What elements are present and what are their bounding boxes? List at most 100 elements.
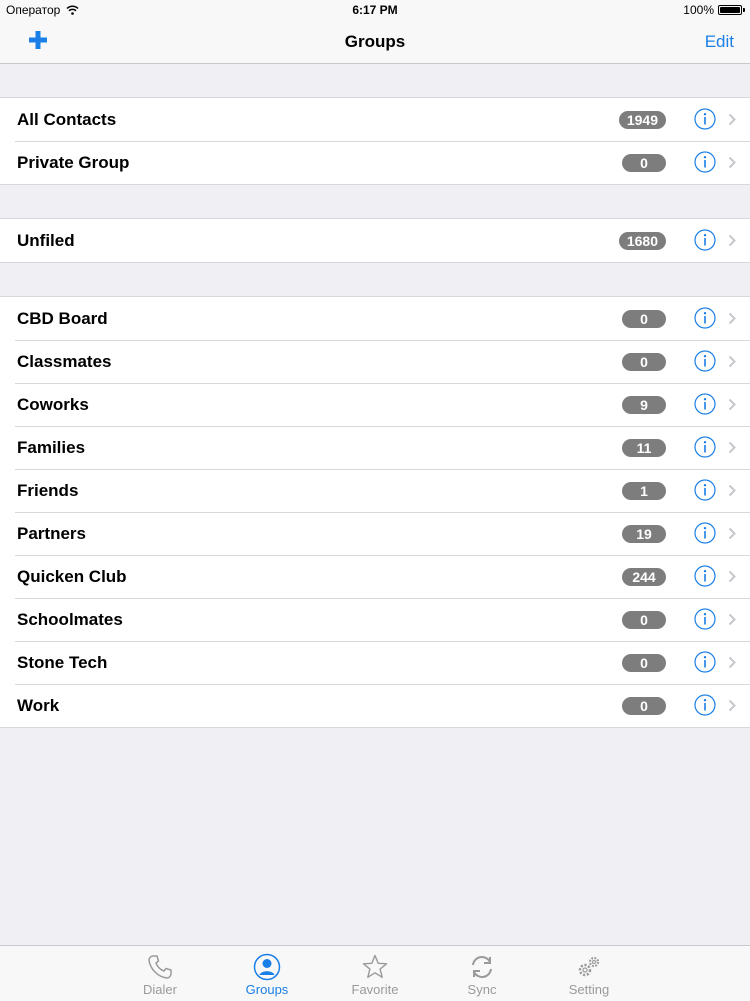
group-name: Partners (17, 523, 86, 543)
tab-label: Sync (467, 982, 497, 997)
info-button[interactable] (694, 307, 716, 329)
info-icon (694, 694, 716, 716)
info-button[interactable] (694, 694, 716, 716)
info-button[interactable] (694, 479, 716, 501)
info-icon (694, 151, 716, 173)
section-system-groups: All Contacts 1949 Private Group 0 (0, 97, 750, 185)
chevron-right-icon (728, 156, 736, 169)
group-name: Families (17, 437, 86, 457)
tab-setting[interactable]: Setting (535, 946, 643, 1001)
group-row-families[interactable]: Families 11 (0, 426, 750, 469)
info-button[interactable] (694, 436, 716, 458)
group-row-schoolmates[interactable]: Schoolmates 0 (0, 598, 750, 641)
chevron-right-icon (728, 113, 736, 126)
group-row-cbd-board[interactable]: CBD Board 0 (0, 297, 750, 340)
group-row-work[interactable]: Work 0 (0, 684, 750, 727)
info-button[interactable] (694, 393, 716, 415)
tab-sync[interactable]: Sync (428, 946, 536, 1001)
group-name: Classmates (17, 351, 112, 371)
group-row-classmates[interactable]: Classmates 0 (0, 340, 750, 383)
group-name: Unfiled (17, 230, 75, 250)
group-name: Work (17, 695, 60, 715)
group-count-badge: 0 (622, 653, 666, 672)
chevron-right-icon (728, 570, 736, 583)
group-count-badge: 1680 (618, 231, 666, 250)
tab-label: Dialer (143, 982, 177, 997)
group-name: Private Group (17, 152, 130, 172)
chevron-right-icon (728, 355, 736, 368)
group-name: Coworks (17, 394, 89, 414)
group-row-unfiled[interactable]: Unfiled 1680 (0, 219, 750, 262)
chevron-right-icon (728, 527, 736, 540)
tab-label: Setting (568, 982, 610, 997)
group-count-badge: 0 (622, 696, 666, 715)
chevron-right-icon (728, 398, 736, 411)
info-button[interactable] (694, 229, 716, 251)
info-button[interactable] (694, 608, 716, 630)
info-button[interactable] (694, 108, 716, 130)
group-name: All Contacts (17, 109, 117, 129)
status-time: 6:17 PM (352, 3, 398, 17)
info-icon (694, 393, 716, 415)
person-icon (253, 953, 281, 981)
star-icon (362, 954, 388, 978)
sync-icon (472, 956, 492, 978)
info-icon (694, 651, 716, 673)
group-count-badge: 0 (622, 610, 666, 629)
section-unfiled: Unfiled 1680 (0, 218, 750, 263)
chevron-right-icon (728, 656, 736, 669)
tab-dialer[interactable]: Dialer (106, 946, 214, 1001)
chevron-right-icon (728, 699, 736, 712)
tab-groups[interactable]: Groups (213, 946, 321, 1001)
info-button[interactable] (694, 350, 716, 372)
group-row-all-contacts[interactable]: All Contacts 1949 (0, 98, 750, 141)
info-button[interactable] (694, 651, 716, 673)
tab-favorite[interactable]: Favorite (321, 946, 429, 1001)
info-icon (694, 565, 716, 587)
chevron-right-icon (728, 234, 736, 247)
battery-icon (718, 5, 745, 15)
battery-area: 100% (683, 3, 745, 17)
info-button[interactable] (694, 151, 716, 173)
group-count-badge: 244 (622, 567, 666, 586)
info-button[interactable] (694, 565, 716, 587)
group-row-private-group[interactable]: Private Group 0 (0, 141, 750, 184)
info-icon (694, 479, 716, 501)
battery-percent: 100% (683, 3, 714, 17)
group-count-badge: 0 (622, 153, 666, 172)
chevron-right-icon (728, 484, 736, 497)
group-row-stone-tech[interactable]: Stone Tech 0 (0, 641, 750, 684)
section-user-groups: CBD Board 0 Classmates 0 Coworks 9 Famil… (0, 296, 750, 728)
info-button[interactable] (694, 522, 716, 544)
group-count-badge: 0 (622, 309, 666, 328)
group-row-partners[interactable]: Partners 19 (0, 512, 750, 555)
tab-label: Groups (245, 982, 289, 997)
group-count-badge: 1949 (618, 110, 666, 129)
chevron-right-icon (728, 312, 736, 325)
status-bar: Оператор 6:17 PM 100% (0, 0, 750, 22)
group-name: Stone Tech (17, 652, 108, 672)
chevron-right-icon (728, 613, 736, 626)
group-count-badge: 11 (622, 438, 666, 457)
info-icon (694, 608, 716, 630)
gears-icon (578, 956, 600, 977)
info-icon (694, 307, 716, 329)
edit-button[interactable]: Edit (705, 32, 734, 52)
tab-bar: Dialer Groups Favorite Sync Setting (0, 945, 750, 1001)
navigation-bar: Groups Edit (0, 22, 750, 64)
phone-icon (148, 955, 172, 979)
group-row-quicken-club[interactable]: Quicken Club 244 (0, 555, 750, 598)
group-name: Quicken Club (17, 566, 127, 586)
page-title: Groups (344, 32, 406, 51)
group-name: Friends (17, 480, 79, 500)
group-row-friends[interactable]: Friends 1 (0, 469, 750, 512)
tab-label: Favorite (351, 982, 399, 997)
group-name: CBD Board (17, 308, 108, 328)
info-icon (694, 522, 716, 544)
info-icon (694, 436, 716, 458)
chevron-right-icon (728, 441, 736, 454)
info-icon (694, 350, 716, 372)
group-count-badge: 9 (622, 395, 666, 414)
group-row-coworks[interactable]: Coworks 9 (0, 383, 750, 426)
groups-list: All Contacts 1949 Private Group 0 Unfile… (0, 64, 750, 728)
